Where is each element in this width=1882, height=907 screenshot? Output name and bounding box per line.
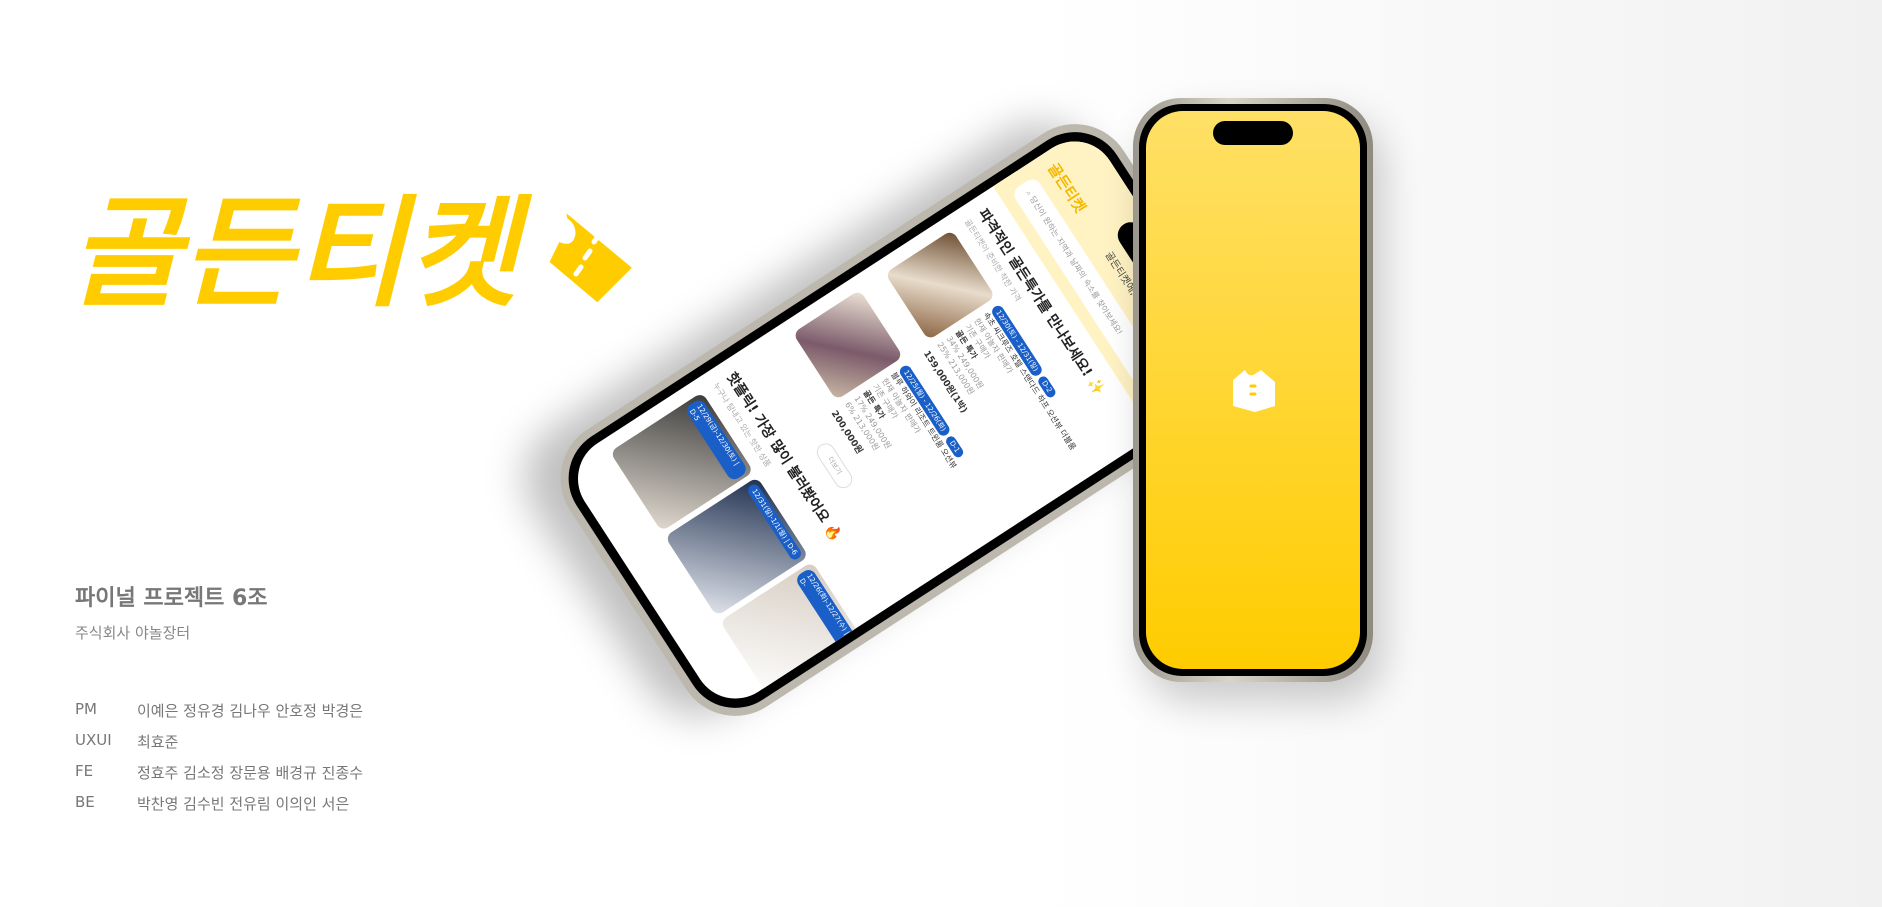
team-members: 이예은 정유경 김나우 안호정 박경은 [137,702,364,720]
ticket-icon [549,213,632,303]
team-members: 박찬영 김수빈 전유림 이의인 서은 [137,795,350,813]
team-row: UXUI 최효준 [75,731,363,762]
phone-mockup-splash [1133,98,1373,682]
company-name: 주식회사 야놀장터 [75,624,191,642]
logo-text: 골든티켓 [70,185,520,324]
team-role: BE [75,793,95,811]
phone-bezel [1139,104,1367,676]
team-list: PM 이예은 정유경 김나우 안호정 박경은 UXUI 최효준 FE 정효주 김소정 … [75,700,363,824]
team-members: 정효주 김소정 장문용 배경규 진종수 [137,764,364,782]
project-title: 파이널 프로젝트 6조 [75,586,268,611]
dynamic-island [1213,121,1293,145]
ticket-icon [1233,370,1275,412]
splash-screen [1146,111,1360,669]
team-role: FE [75,762,94,780]
team-members: 최효준 [137,733,179,751]
team-row: BE 박찬영 김수빈 전유림 이의인 서은 [75,793,363,824]
team-role: UXUI [75,731,112,749]
team-row: PM 이예은 정유경 김나우 안호정 박경은 [75,700,363,731]
project-info: 파이널 프로젝트 6조 주식회사 야놀장터 [75,580,268,643]
team-row: FE 정효주 김소정 장문용 배경규 진종수 [75,762,363,793]
team-role: PM [75,700,97,718]
brand-logo: 골든티켓 [70,195,634,315]
